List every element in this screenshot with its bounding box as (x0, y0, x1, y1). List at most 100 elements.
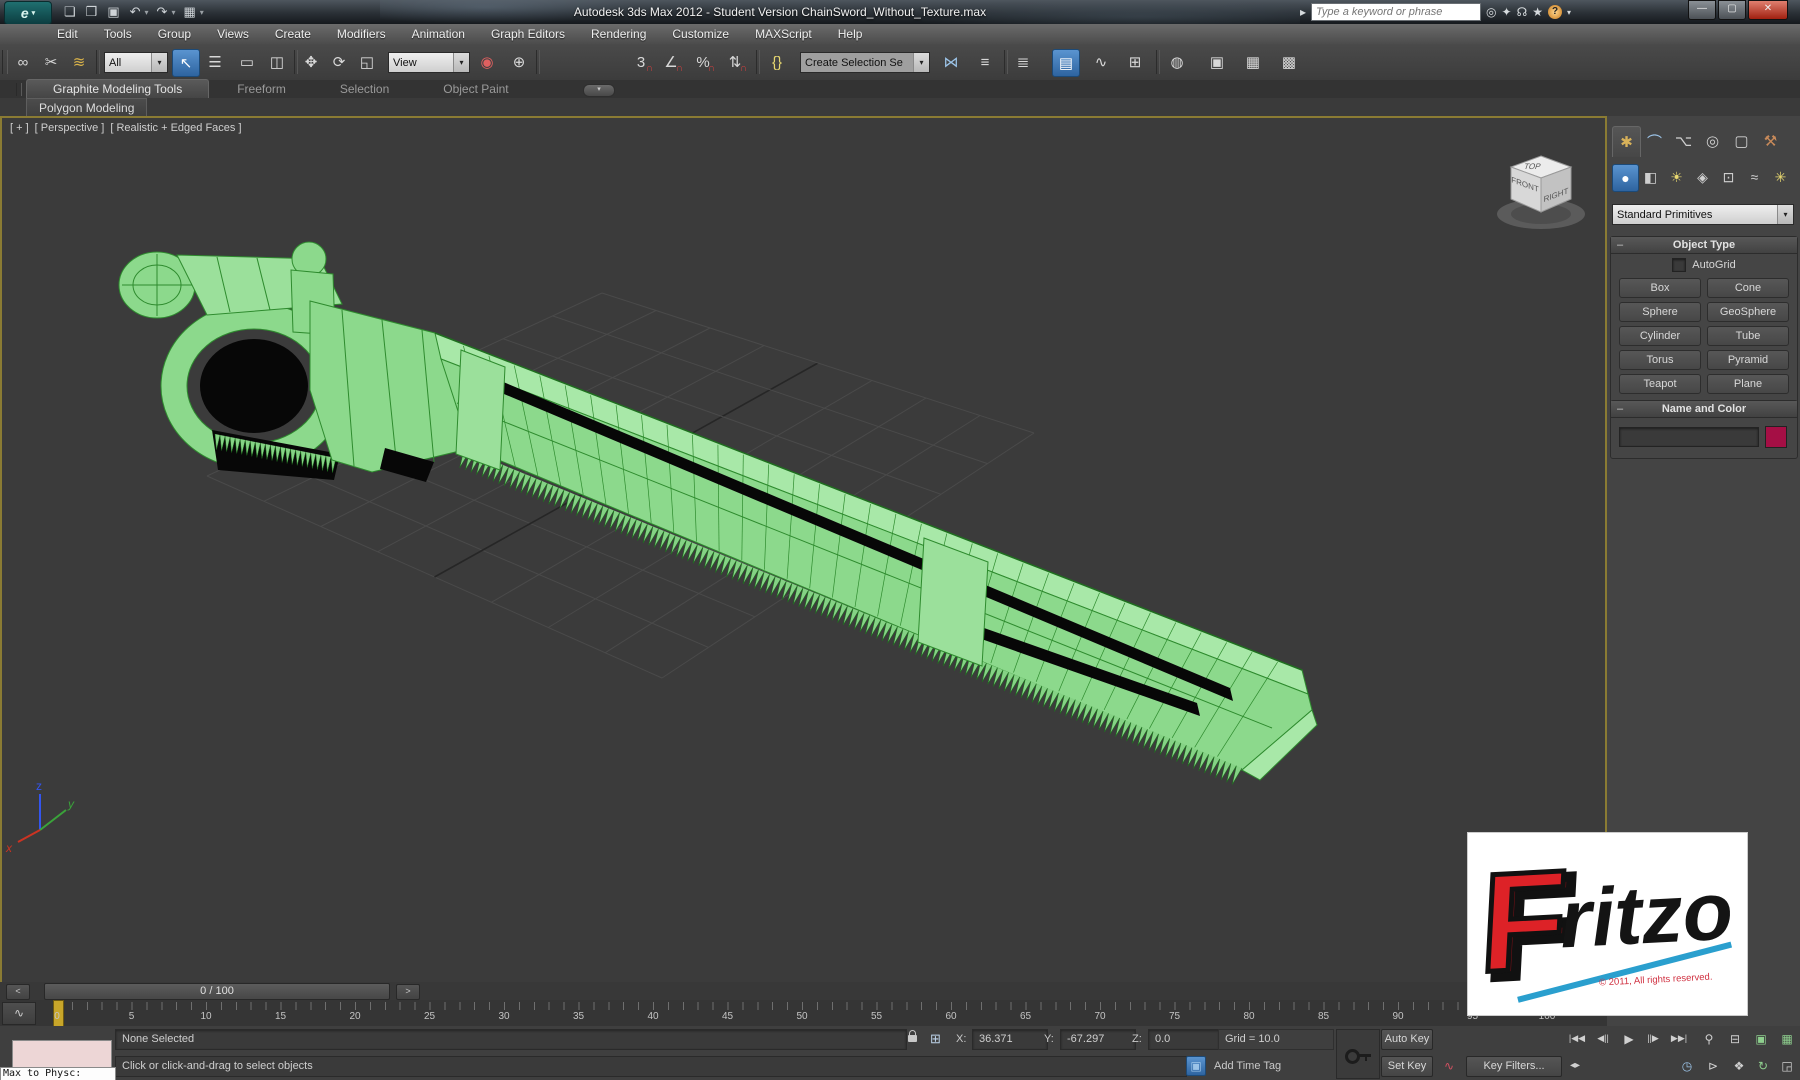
go-to-end-icon[interactable]: ▶▶| (1668, 1028, 1690, 1049)
percent-snap-icon[interactable]: % ∩ (690, 49, 716, 75)
ribbon-grip[interactable] (16, 83, 22, 96)
layer-manager-icon[interactable]: ≣ (1010, 49, 1036, 75)
schematic-view-icon[interactable]: ⊞ (1122, 49, 1148, 75)
select-and-link-icon[interactable]: ∞ (10, 49, 36, 75)
window-crossing-icon[interactable]: ◫ (264, 49, 290, 75)
help-dropdown-icon[interactable]: ▾ (1567, 8, 1571, 17)
save-file-button[interactable]: ▣ (105, 2, 121, 22)
menu-maxscript[interactable]: MAXScript (742, 27, 825, 41)
viewport-menu-plus[interactable]: [ + ] (10, 122, 29, 134)
menu-customize[interactable]: Customize (659, 27, 742, 41)
mini-curve-editor-button[interactable]: ∿ (2, 1002, 36, 1025)
use-pivot-center-icon[interactable]: ◉ (474, 49, 500, 75)
track-bar[interactable]: ∿ 0 5 10 15 20 25 30 35 40 45 50 55 60 65 70 75 80 85 90 95… (0, 1000, 1607, 1028)
named-selection-sets-icon[interactable]: {} (764, 49, 790, 75)
torus-button[interactable]: Torus (1619, 350, 1701, 370)
toggle-set-key-mode-button[interactable] (1336, 1029, 1380, 1079)
select-and-scale-icon[interactable]: ◱ (354, 49, 380, 75)
key-filters-button[interactable]: Key Filters... (1466, 1056, 1562, 1077)
macro-recorder-pane[interactable] (12, 1040, 112, 1068)
menu-create[interactable]: Create (262, 27, 324, 41)
search-input[interactable] (1311, 3, 1482, 21)
graphite-ribbon-toggle-icon[interactable]: ▤ (1052, 49, 1080, 77)
rectangular-selection-region-icon[interactable]: ▭ (234, 49, 260, 75)
selection-filter-dropdown[interactable]: All ▾ (104, 52, 168, 73)
select-and-rotate-icon[interactable]: ⟳ (326, 49, 352, 75)
menu-group[interactable]: Group (145, 27, 204, 41)
render-setup-icon[interactable]: ▣ (1204, 49, 1230, 75)
pan-view-icon[interactable]: ❖ (1728, 1055, 1750, 1076)
align-icon[interactable]: ≡ (972, 49, 998, 75)
search-icon[interactable]: ◎ (1486, 5, 1496, 19)
select-and-manipulate-icon[interactable]: ⊕ (506, 49, 532, 75)
autogrid-checkbox[interactable] (1672, 258, 1687, 272)
go-to-start-icon[interactable]: |◀◀ (1566, 1028, 1588, 1049)
select-object-icon[interactable]: ↖ (172, 49, 200, 77)
menu-edit[interactable]: Edit (44, 27, 91, 41)
redo-button[interactable]: ↷ (155, 2, 170, 22)
plane-button[interactable]: Plane (1707, 374, 1789, 394)
viewcube[interactable]: TOP FRONT RIGHT (1489, 140, 1593, 240)
zoom-extents-icon[interactable]: ▣ (1750, 1028, 1772, 1049)
category-cameras[interactable]: ◈ (1690, 164, 1715, 190)
bind-to-space-warp-icon[interactable]: ≋ (66, 49, 92, 75)
zoom-extents-all-icon[interactable]: ▦ (1776, 1028, 1798, 1049)
category-lights[interactable]: ☀ (1664, 164, 1689, 190)
open-file-button[interactable]: ❒ (84, 2, 100, 22)
perspective-viewport[interactable]: z y x [ + ] [ Perspective ] [ Realistic … (0, 116, 1607, 986)
menu-graph-editors[interactable]: Graph Editors (478, 27, 578, 41)
category-systems[interactable]: ✳ (1768, 164, 1793, 190)
maxscript-listener-pane[interactable]: Max to Physc: (0, 1067, 116, 1080)
tab-selection[interactable]: Selection (314, 80, 415, 98)
mirror-icon[interactable]: ⋈ (938, 49, 964, 75)
previous-frame-arrow[interactable]: < (6, 984, 30, 1000)
key-mode-toggle-icon[interactable]: ◂▸ (1564, 1055, 1586, 1076)
toolbar-grip[interactable] (2, 50, 8, 74)
category-helpers[interactable]: ⊡ (1716, 164, 1741, 190)
select-and-move-icon[interactable]: ✥ (298, 49, 324, 75)
unlink-selection-icon[interactable]: ✂ (38, 49, 64, 75)
previous-frame-icon[interactable]: ◀|| (1592, 1028, 1614, 1049)
infocenter-arrow-icon[interactable]: ▸ (1300, 5, 1306, 19)
add-time-tag-label[interactable]: Add Time Tag (1214, 1060, 1281, 1072)
tab-graphite-modeling-tools[interactable]: Graphite Modeling Tools (26, 79, 210, 98)
time-configuration-icon[interactable]: ◷ (1676, 1055, 1698, 1076)
reference-coordinate-dropdown[interactable]: View ▾ (388, 52, 470, 73)
time-tag-icon[interactable]: ▣ (1186, 1056, 1206, 1076)
snaps-toggle-icon[interactable]: 3 ∩ (628, 49, 654, 75)
time-slider-handle[interactable]: 0 / 100 (44, 983, 390, 1000)
new-file-button[interactable]: ❏ (62, 2, 78, 22)
field-of-view-icon[interactable]: ⊳ (1702, 1055, 1724, 1076)
cone-button[interactable]: Cone (1707, 278, 1789, 298)
name-color-header[interactable]: – Name and Color (1611, 401, 1797, 418)
tab-modify[interactable]: ⌒ (1641, 126, 1668, 156)
tab-utilities[interactable]: ⚒ (1757, 126, 1784, 156)
category-shapes[interactable]: ◧ (1638, 164, 1663, 190)
timeline-ruler[interactable]: 0 5 10 15 20 25 30 35 40 45 50 55 60 65 70 75 80 85 90 95 10… (38, 1000, 1603, 1028)
maximize-viewport-toggle-icon[interactable]: ◲ (1776, 1055, 1798, 1076)
curve-editor-icon[interactable]: ∿ (1088, 49, 1114, 75)
tab-display[interactable]: ▢ (1728, 126, 1755, 156)
ribbon-minimize-pill[interactable]: ▾ (583, 84, 615, 97)
tube-button[interactable]: Tube (1707, 326, 1789, 346)
category-geometry[interactable]: ● (1612, 164, 1639, 192)
cylinder-button[interactable]: Cylinder (1619, 326, 1701, 346)
object-category-dropdown[interactable]: Standard Primitives ▾ (1612, 204, 1794, 225)
set-key-curve-icon[interactable]: ∿ (1438, 1055, 1460, 1076)
redo-dropdown-icon[interactable]: ▾ (171, 8, 175, 17)
object-color-swatch[interactable] (1765, 426, 1787, 448)
teapot-button[interactable]: Teapot (1619, 374, 1701, 394)
help-icon[interactable]: ? (1548, 5, 1563, 19)
next-frame-arrow[interactable]: > (396, 984, 420, 1000)
zoom-icon[interactable]: ⚲ (1698, 1028, 1720, 1049)
close-button[interactable]: ✕ (1748, 0, 1788, 20)
application-menu-button[interactable]: e ▾ (4, 1, 52, 25)
subscription-key-icon[interactable]: ✦ (1502, 5, 1512, 19)
sphere-button[interactable]: Sphere (1619, 302, 1701, 322)
y-coord-field[interactable]: -67.297 (1060, 1029, 1136, 1050)
chainsword-model[interactable] (118, 241, 1318, 785)
zoom-all-icon[interactable]: ⊟ (1724, 1028, 1746, 1049)
category-space-warps[interactable]: ≈ (1742, 164, 1767, 190)
tab-hierarchy[interactable]: ⌥ (1670, 126, 1697, 156)
tab-polygon-modeling[interactable]: Polygon Modeling (26, 98, 148, 117)
